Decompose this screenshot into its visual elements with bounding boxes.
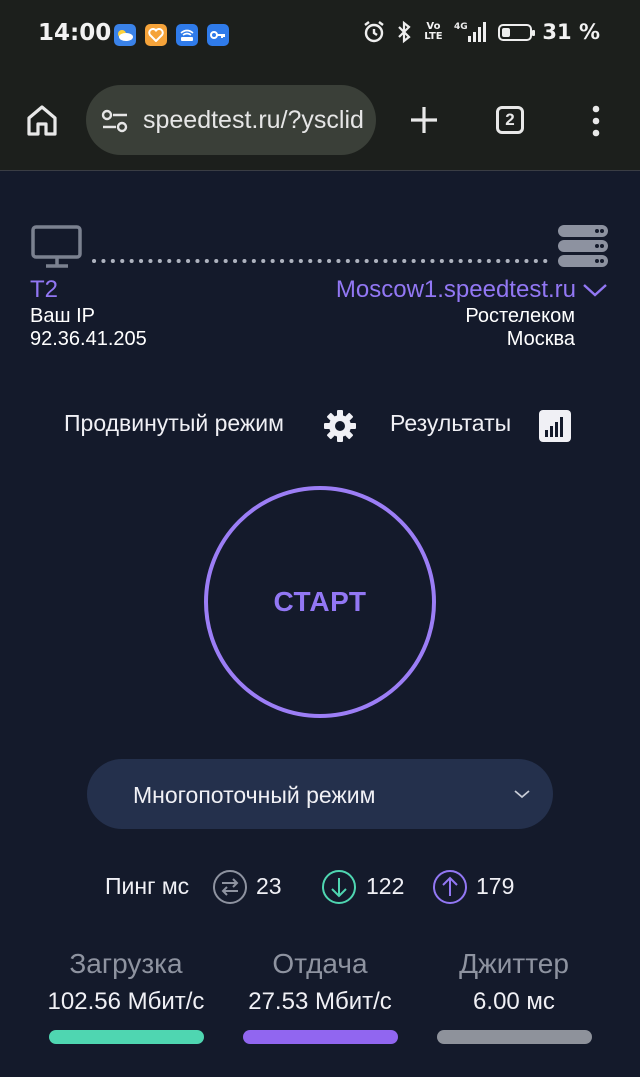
weather-icon xyxy=(114,24,136,46)
provider-name: T2 xyxy=(30,276,59,303)
ping-value: 23 xyxy=(256,873,282,899)
signal-icon: 4G xyxy=(454,22,487,42)
start-label: СТАРТ xyxy=(273,586,367,617)
metric-value: 27.53 Мбит/с xyxy=(248,988,392,1015)
battery-percent: 31 % xyxy=(542,20,600,44)
browser-toolbar: speedtest.ru/?ysclid 2 xyxy=(0,70,640,171)
metric-value: 6.00 мс xyxy=(473,988,555,1015)
ping-icon xyxy=(213,870,247,904)
download-ping-value: 122 xyxy=(366,873,405,899)
alarm-icon xyxy=(364,21,385,43)
new-tab-button[interactable] xyxy=(404,100,444,140)
browser-menu-button[interactable] xyxy=(586,104,606,138)
chevron-down-icon[interactable] xyxy=(582,282,608,298)
battery-icon xyxy=(498,23,536,41)
ping-label: Пинг мс xyxy=(105,873,190,899)
notification-icons xyxy=(114,24,229,46)
bluetooth-icon xyxy=(398,20,412,44)
results-link[interactable]: Результаты xyxy=(390,410,511,437)
server-city: Москва xyxy=(506,328,575,350)
tab-switcher-button[interactable]: 2 xyxy=(496,106,524,134)
upload-metric: Отдача 27.53 Мбит/с xyxy=(220,948,420,1044)
router-app-icon xyxy=(176,24,198,46)
heart-app-icon xyxy=(145,24,167,46)
gear-icon[interactable] xyxy=(322,408,358,444)
bar-chart-icon[interactable] xyxy=(538,409,572,443)
ip-address: 92.36.41.205 xyxy=(30,328,147,350)
download-bar xyxy=(49,1030,204,1044)
home-icon xyxy=(27,105,57,136)
thread-mode-select[interactable]: Многопоточный режим xyxy=(87,759,553,829)
site-settings-icon[interactable] xyxy=(100,107,130,135)
system-icons: Vo LTE 4G 31 % xyxy=(362,20,600,44)
upload-ping-value: 179 xyxy=(476,873,515,899)
chevron-down-icon xyxy=(514,790,530,799)
metric-title: Отдача xyxy=(272,948,368,979)
metric-title: Джиттер xyxy=(459,948,569,979)
ip-label: Ваш IP xyxy=(30,305,95,327)
connection-dots xyxy=(92,259,550,263)
upload-bar xyxy=(243,1030,398,1044)
metric-title: Загрузка xyxy=(69,948,183,979)
metric-value: 102.56 Мбит/с xyxy=(47,988,205,1015)
url-text[interactable]: speedtest.ru/?ysclid xyxy=(143,106,365,135)
key-app-icon xyxy=(207,24,229,46)
status-time: 14:00 xyxy=(38,20,112,46)
volte-icon: Vo LTE xyxy=(424,21,443,42)
thread-mode-value: Многопоточный режим xyxy=(133,782,376,808)
plus-icon xyxy=(411,107,437,133)
status-bar: 14:00 Vo LTE 4G 31 % xyxy=(0,0,640,70)
home-button[interactable] xyxy=(24,102,64,142)
download-ping-icon xyxy=(322,870,356,904)
upload-ping-icon xyxy=(433,870,467,904)
server-isp: Ростелеком xyxy=(465,305,575,327)
start-button[interactable]: СТАРТ xyxy=(204,486,436,718)
address-bar[interactable]: speedtest.ru/?ysclid xyxy=(86,85,376,155)
server-selector[interactable]: Moscow1.speedtest.ru xyxy=(336,276,576,304)
svg-text:4G: 4G xyxy=(454,22,468,32)
advanced-mode-link[interactable]: Продвинутый режим xyxy=(64,410,284,437)
server-icon xyxy=(558,225,608,267)
jitter-bar xyxy=(437,1030,592,1044)
download-metric: Загрузка 102.56 Мбит/с xyxy=(26,948,226,1044)
more-vert-icon xyxy=(592,105,600,137)
jitter-metric: Джиттер 6.00 мс xyxy=(414,948,614,1044)
monitor-icon xyxy=(31,225,82,268)
